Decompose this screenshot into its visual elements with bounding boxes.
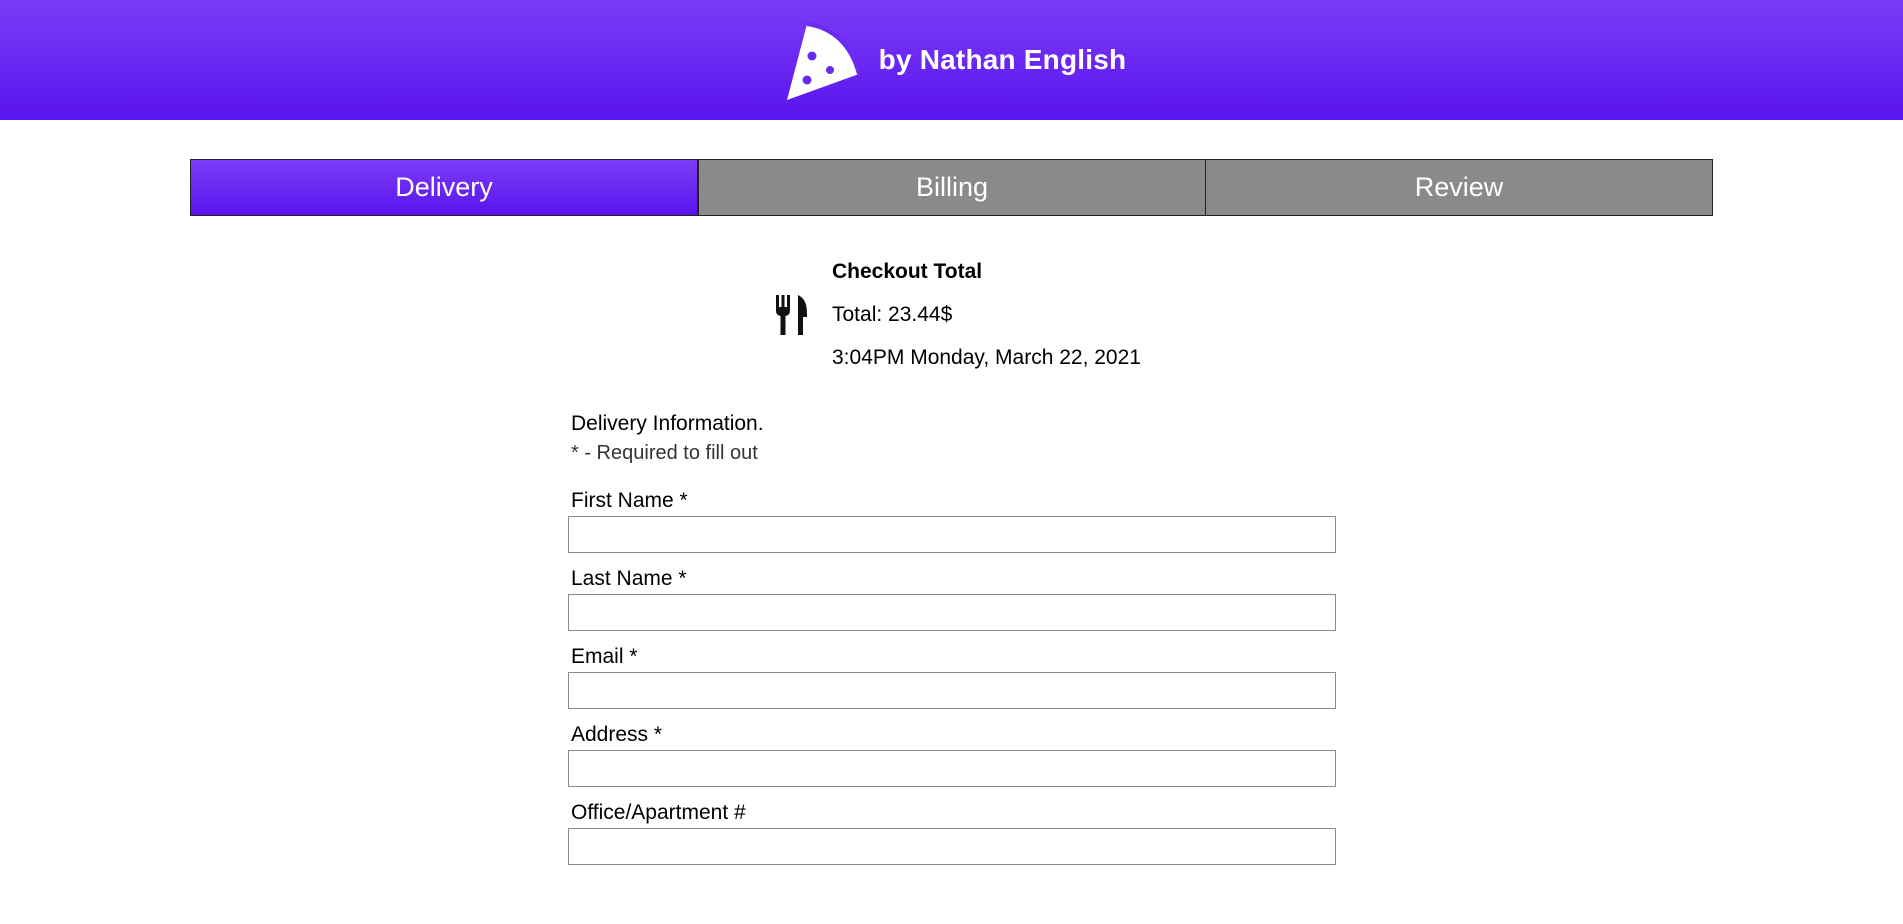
first-name-label: First Name * (571, 489, 688, 512)
address-input[interactable] (568, 750, 1336, 787)
tab-billing[interactable]: Billing (698, 160, 1205, 215)
email-input[interactable] (568, 672, 1336, 709)
delivery-form: Delivery Information. * - Required to fi… (568, 412, 1336, 879)
summary-title: Checkout Total (832, 260, 983, 283)
field-office-apartment: Office/Apartment # (568, 801, 1336, 865)
tab-delivery[interactable]: Delivery (191, 160, 698, 215)
checkout-summary: Checkout Total Total: 23.44$ 3:04PM Mond… (774, 250, 1141, 379)
form-title: Delivery Information. (571, 412, 764, 435)
app-header: by Nathan English (0, 0, 1903, 120)
brand[interactable]: by Nathan English (777, 18, 1127, 102)
email-label: Email * (571, 645, 638, 668)
tab-review[interactable]: Review (1205, 160, 1712, 215)
brand-name: by Nathan English (878, 44, 1127, 75)
last-name-input[interactable] (568, 594, 1336, 631)
required-note: * - Required to fill out (571, 442, 758, 464)
field-first-name: First Name * (568, 489, 1336, 553)
summary-text: Checkout Total Total: 23.44$ 3:04PM Mond… (832, 250, 1141, 379)
office-apartment-label: Office/Apartment # (571, 801, 746, 824)
field-address: Address * (568, 723, 1336, 787)
office-apartment-input[interactable] (568, 828, 1336, 865)
field-email: Email * (568, 645, 1336, 709)
fork-knife-icon (776, 294, 807, 335)
first-name-input[interactable] (568, 516, 1336, 553)
last-name-label: Last Name * (571, 567, 687, 590)
address-label: Address * (571, 723, 663, 746)
summary-datetime: 3:04PM Monday, March 22, 2021 (832, 346, 1141, 369)
summary-total: Total: 23.44$ (832, 303, 953, 326)
pizza-slice-icon (786, 22, 861, 100)
field-last-name: Last Name * (568, 567, 1336, 631)
checkout-steps: Delivery Billing Review (190, 159, 1713, 216)
